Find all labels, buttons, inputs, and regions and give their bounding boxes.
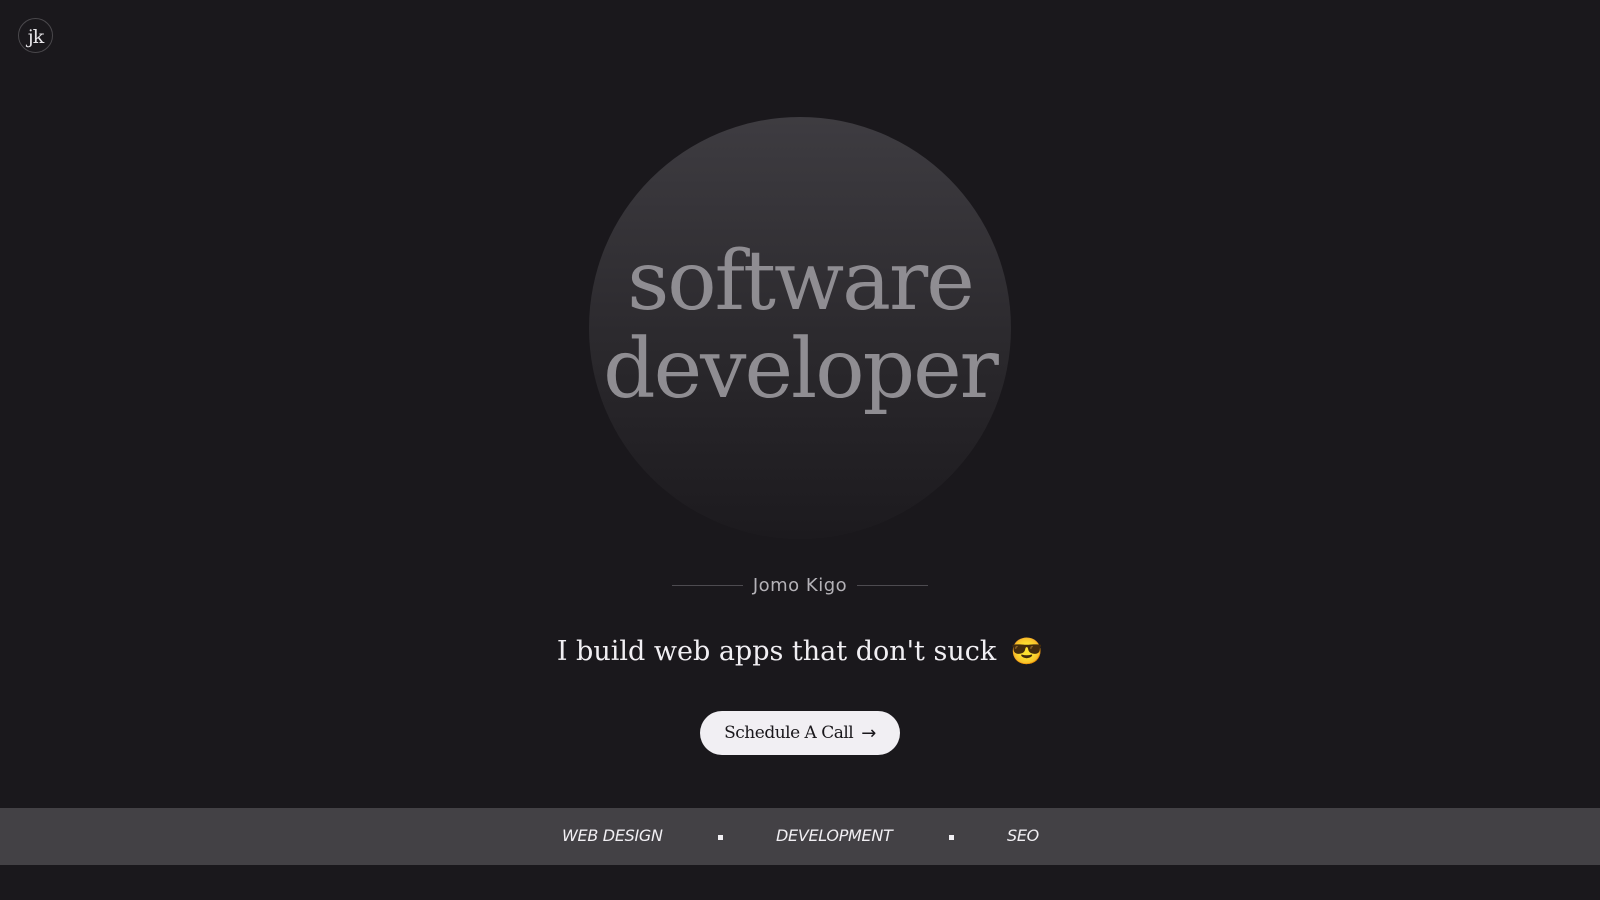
service-web-design: WEB DESIGN [562,826,663,845]
divider-right [857,585,928,586]
name-row: Jomo Kigo [672,575,928,596]
hero-title-line2: developer [603,322,999,417]
arrow-right-icon: → [861,722,876,744]
sunglasses-emoji-icon: 😎 [1010,637,1044,667]
tagline-text: I build web apps that don't suck [556,636,997,667]
author-name: Jomo Kigo [752,575,848,596]
tagline: I build web apps that don't suck 😎 [400,636,1200,667]
separator-dot [718,835,723,840]
service-seo: SEO [1007,826,1039,845]
separator-dot [949,835,954,840]
logo-badge[interactable]: jk [18,18,53,53]
hero-title-line1: software [627,234,975,329]
logo-text: jk [27,25,44,48]
service-development: DEVELOPMENT [776,826,893,845]
hero-title: software developer [560,238,1040,414]
schedule-call-button[interactable]: Schedule A Call → [700,711,900,755]
divider-left [672,585,743,586]
page-bottom [0,865,1600,900]
schedule-call-label: Schedule A Call [724,723,854,743]
